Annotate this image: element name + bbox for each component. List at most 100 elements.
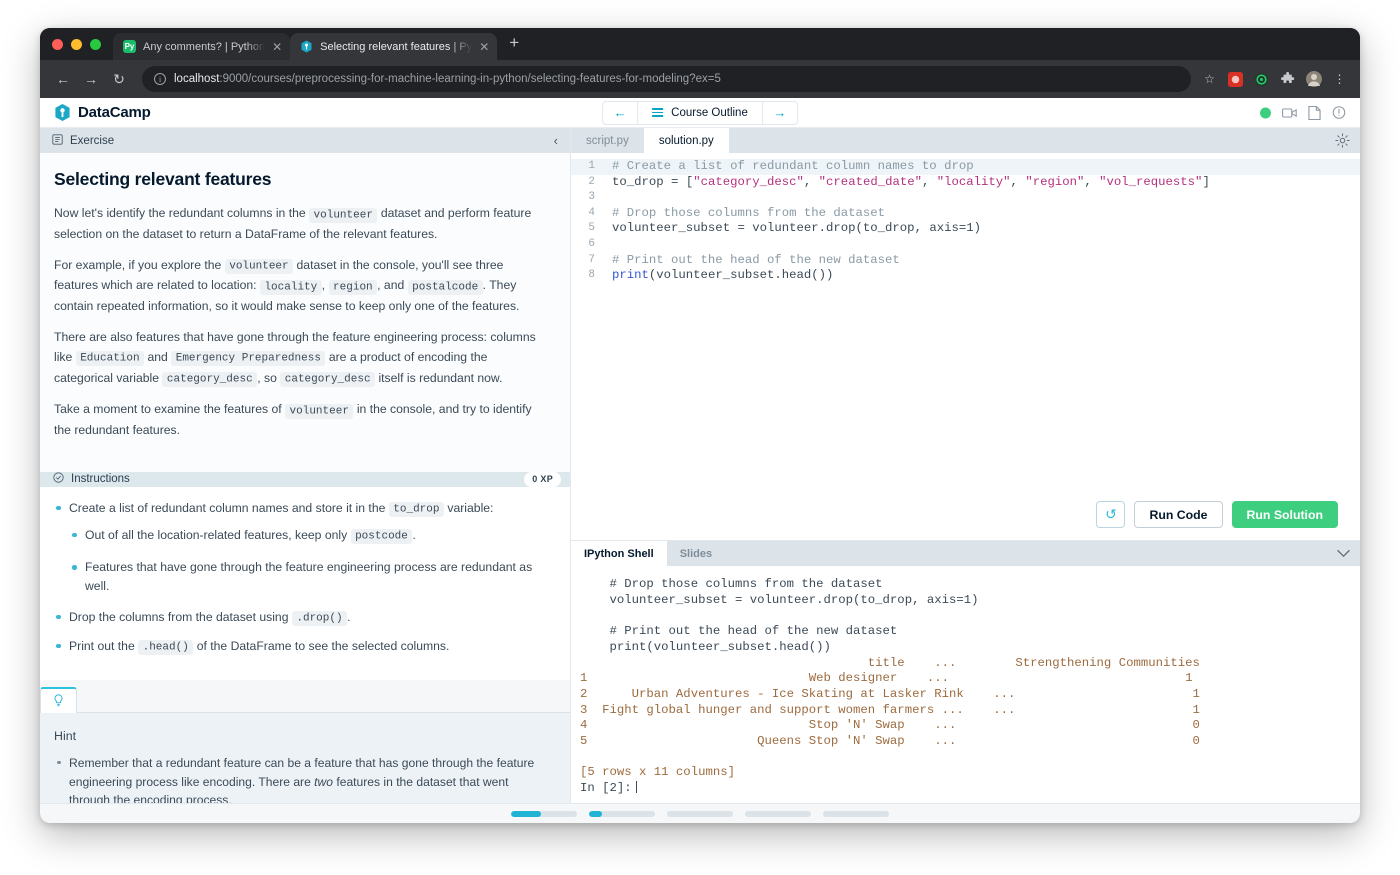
datacamp-favicon <box>300 40 313 53</box>
slides-pdf-icon[interactable] <box>1308 105 1321 120</box>
progress-segment[interactable] <box>511 810 577 817</box>
inline-code: category_desc <box>280 372 376 388</box>
site-info-icon[interactable]: i <box>154 73 166 85</box>
code-editor[interactable]: 1 # Create a list of redundant column nam… <box>571 153 1360 501</box>
page-viewport: DataCamp ← Course Outline → Exercise ‹ S… <box>40 98 1360 823</box>
tab-solution-py[interactable]: solution.py <box>643 128 729 153</box>
code-text: # Drop those columns from the dataset <box>612 205 886 220</box>
instructions-label: Instructions <box>71 473 130 486</box>
editor-console-panel: script.py solution.py 1 # Create a list o… <box>570 128 1360 803</box>
run-code-button[interactable]: Run Code <box>1134 501 1223 528</box>
code-text: volunteer_subset = volunteer.drop(to_dro… <box>612 221 982 236</box>
code-text: # Print out the head of the new dataset <box>612 252 900 267</box>
avatar-icon[interactable] <box>1305 71 1322 88</box>
instructions-header-bar: Instructions 0 XP <box>40 471 570 487</box>
kebab-menu-icon[interactable]: ⋮ <box>1331 71 1348 88</box>
progress-segment[interactable] <box>667 810 733 817</box>
code-line: 2 to_drop = ["category_desc", "created_da… <box>571 175 1360 191</box>
url-host: localhost <box>174 73 220 85</box>
exercise-header-label-group: Exercise <box>52 133 115 148</box>
instructions-body: Create a list of redundant column names … <box>40 486 570 680</box>
inline-code: category_desc <box>162 372 258 388</box>
info-icon[interactable] <box>1332 106 1346 120</box>
tab-slides[interactable]: Slides <box>667 541 725 566</box>
brand-name: DataCamp <box>78 104 151 121</box>
lightbulb-icon <box>53 694 64 710</box>
tab-ipython-shell[interactable]: IPython Shell <box>571 541 667 566</box>
assignment-paragraphs: Now let's identify the redundant columns… <box>54 204 548 441</box>
browser-window: Py Any comments? | Python ✕ Selecting re… <box>40 28 1360 823</box>
exercise-scroll-area[interactable]: Selecting relevant features Now let's id… <box>40 153 570 803</box>
close-window-button[interactable] <box>52 38 63 50</box>
console-caret <box>635 781 638 794</box>
datacamp-logo[interactable]: DataCamp <box>54 103 151 122</box>
maximize-window-button[interactable] <box>90 38 101 50</box>
exercise-label: Exercise <box>70 134 115 147</box>
inline-code: volunteer <box>285 403 354 419</box>
forward-button[interactable]: → <box>78 66 104 92</box>
inline-code: volunteer <box>224 259 294 275</box>
address-bar[interactable]: i localhost:9000/courses/preprocessing-f… <box>142 66 1191 92</box>
course-outline-button[interactable]: Course Outline <box>637 101 763 124</box>
inline-code: Emergency Preparedness <box>171 351 326 367</box>
back-button[interactable]: ← <box>50 66 76 92</box>
previous-exercise-button[interactable]: ← <box>603 102 637 124</box>
extension-red-icon[interactable] <box>1227 71 1244 88</box>
instructions-label-group: Instructions <box>53 472 130 486</box>
code-text: print(volunteer_subset.head()) <box>612 268 834 283</box>
instruction-item: Create a list of redundant column names … <box>54 499 550 596</box>
instruction-subitem: Features that have gone through the feat… <box>69 558 550 596</box>
hint-heading: Hint <box>54 728 77 743</box>
tab-script-py[interactable]: script.py <box>571 128 644 153</box>
hamburger-icon <box>652 108 664 117</box>
puzzle-icon[interactable] <box>1279 71 1296 88</box>
reload-button[interactable]: ↻ <box>106 66 132 92</box>
assignment-card: Selecting relevant features Now let's id… <box>40 153 570 472</box>
reset-code-button[interactable]: ↺ <box>1096 501 1126 528</box>
line-number: 5 <box>588 222 595 235</box>
browser-tab-1[interactable]: Py Any comments? | Python ✕ <box>113 33 291 60</box>
code-editor-pane: script.py solution.py 1 # Create a list o… <box>571 128 1360 540</box>
minimize-window-button[interactable] <box>71 38 82 50</box>
video-icon[interactable] <box>1282 107 1297 118</box>
code-line: 8 print(volunteer_subset.head()) <box>571 268 1360 284</box>
close-tab-2-icon[interactable]: ✕ <box>479 41 489 53</box>
extension-green-icon[interactable] <box>1253 71 1270 88</box>
assignment-paragraph: Now let's identify the redundant columns… <box>54 206 532 241</box>
hint-tab-strip <box>40 679 570 713</box>
chevron-down-icon[interactable] <box>1326 541 1360 566</box>
hint-list: Remember that a redundant feature can be… <box>54 754 548 803</box>
code-line: 4 # Drop those columns from the dataset <box>571 206 1360 222</box>
instruction-item: Print out the .head() of the DataFrame t… <box>54 637 550 657</box>
course-outline-nav: ← Course Outline → <box>602 100 798 125</box>
line-number: 2 <box>588 175 595 188</box>
xp-badge: 0 XP <box>524 471 561 487</box>
inline-code: postalcode <box>407 279 483 295</box>
code-text: # Create a list of redundant column name… <box>612 159 974 173</box>
inline-code: locality <box>259 279 322 295</box>
app-header: DataCamp ← Course Outline → <box>40 98 1360 128</box>
collapse-panel-icon[interactable]: ‹ <box>554 133 560 148</box>
close-tab-1-icon[interactable]: ✕ <box>272 41 282 53</box>
ipython-console-output[interactable]: # Drop those columns from the dataset vo… <box>571 566 1360 803</box>
next-exercise-button[interactable]: → <box>763 102 797 124</box>
star-icon[interactable]: ☆ <box>1201 71 1218 88</box>
browser-tab-2[interactable]: Selecting relevant features | Py ✕ <box>290 33 498 60</box>
code-lines: 1 # Create a list of redundant column nam… <box>571 159 1360 284</box>
progress-segment[interactable] <box>589 810 655 817</box>
url-text: localhost:9000/courses/preprocessing-for… <box>174 73 721 85</box>
code-text: to_drop = ["category_desc", "created_dat… <box>612 174 1210 189</box>
line-number: 8 <box>588 269 595 282</box>
settings-brightness-icon[interactable] <box>1324 128 1360 153</box>
new-tab-button[interactable]: + <box>497 34 529 54</box>
assignment-paragraph: Take a moment to examine the features of… <box>54 402 532 438</box>
line-number: 3 <box>588 191 595 204</box>
browser-tab-strip: Py Any comments? | Python ✕ Selecting re… <box>40 28 1360 60</box>
run-solution-button[interactable]: Run Solution <box>1231 501 1338 528</box>
progress-segment[interactable] <box>745 810 811 817</box>
progress-segment[interactable] <box>823 810 889 817</box>
exercise-header-bar: Exercise ‹ <box>40 128 570 153</box>
hint-tab[interactable] <box>40 686 77 713</box>
inline-code: .head() <box>138 640 194 656</box>
